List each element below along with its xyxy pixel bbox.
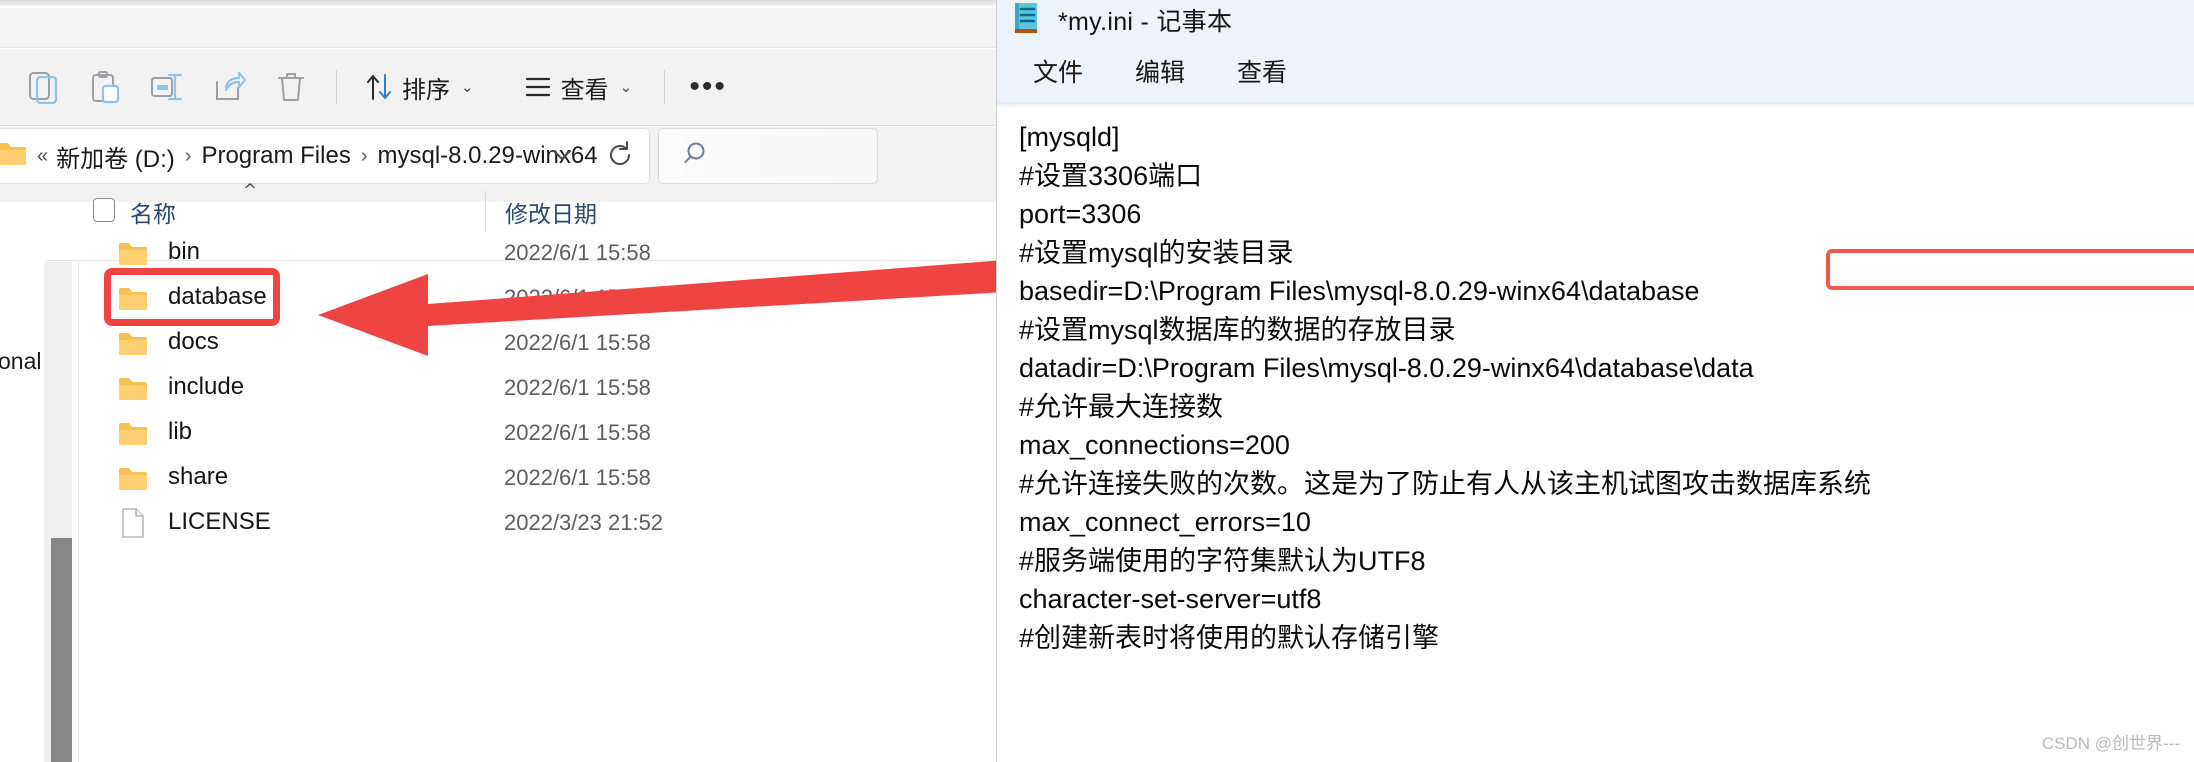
notepad-title-bar[interactable]: *my.ini - 记事本 bbox=[997, 0, 2194, 40]
breadcrumb-separator: › bbox=[184, 144, 192, 167]
search-input[interactable] bbox=[658, 128, 878, 184]
copy-icon bbox=[29, 72, 58, 104]
sort-ascending-indicator-icon: ^ bbox=[243, 181, 258, 201]
file-date-modified: 2022/6/1 15:58 bbox=[504, 420, 651, 445]
menu-item-view[interactable]: 查看 bbox=[1221, 47, 1303, 95]
breadcrumb-separator: › bbox=[360, 144, 368, 167]
explorer-title-bar[interactable] bbox=[0, 8, 997, 48]
share-button[interactable] bbox=[198, 59, 260, 115]
breadcrumb-item-1[interactable]: Program Files bbox=[201, 142, 350, 170]
notepad-window: *my.ini - 记事本 文件 编辑 查看 [mysqld] #设置3306端… bbox=[997, 0, 2194, 762]
file-name: LICENSE bbox=[168, 508, 271, 535]
search-text-field[interactable] bbox=[721, 143, 871, 169]
menu-item-file[interactable]: 文件 bbox=[1017, 47, 1099, 95]
sort-icon bbox=[367, 74, 391, 100]
view-button[interactable]: 查看 ⌄ bbox=[510, 59, 647, 115]
table-row[interactable]: include 2022/6/1 15:58 bbox=[46, 367, 997, 412]
more-options-button[interactable]: ••• bbox=[679, 59, 737, 115]
csdn-watermark: CSDN @创世界--- bbox=[2041, 734, 2180, 753]
document-icon bbox=[121, 508, 145, 543]
sort-button[interactable]: 排序 ⌄ bbox=[351, 59, 488, 115]
rename-button[interactable] bbox=[136, 59, 198, 115]
paste-button[interactable] bbox=[74, 59, 136, 115]
screenshot-root: 排序 ⌄ 查看 ⌄ ••• « 新加卷 (D:) › Program Files… bbox=[0, 0, 2194, 762]
address-bar-actions bbox=[547, 129, 635, 185]
view-label: 查看 bbox=[560, 76, 609, 104]
list-view-icon bbox=[525, 77, 550, 97]
file-date-modified: 2022/3/23 21:52 bbox=[504, 510, 664, 535]
table-row[interactable]: LICENSE 2022/3/23 21:52 bbox=[46, 502, 997, 547]
address-dropdown-button[interactable] bbox=[547, 145, 577, 170]
address-bar[interactable]: « 新加卷 (D:) › Program Files › mysql-8.0.2… bbox=[0, 128, 650, 184]
chevron-down-icon: ⌄ bbox=[461, 79, 474, 96]
sort-label: 排序 bbox=[402, 76, 450, 104]
rename-icon bbox=[151, 73, 183, 101]
table-row[interactable]: share 2022/6/1 15:58 bbox=[46, 457, 997, 502]
column-header-name[interactable]: 名称 bbox=[130, 195, 176, 229]
copy-button[interactable] bbox=[12, 59, 74, 115]
trash-icon bbox=[278, 73, 304, 101]
breadcrumb-item-0[interactable]: 新加卷 (D:) bbox=[56, 139, 175, 174]
annotation-highlight-basedir-path bbox=[1826, 249, 2194, 290]
red-pointer-arrow bbox=[316, 248, 997, 363]
explorer-command-bar: 排序 ⌄ 查看 ⌄ ••• bbox=[0, 49, 997, 126]
notepad-text-area[interactable]: [mysqld] #设置3306端口 port=3306 #设置mysql的安装… bbox=[1019, 118, 2194, 657]
notepad-title: *my.ini - 记事本 bbox=[1058, 8, 1233, 36]
folder-icon bbox=[118, 421, 148, 452]
address-overflow-indicator[interactable]: « bbox=[37, 145, 48, 168]
left-pane-scrollbar-thumb[interactable] bbox=[51, 538, 72, 762]
paste-icon bbox=[92, 71, 120, 104]
chevron-down-icon: ⌄ bbox=[619, 79, 633, 96]
file-name: share bbox=[168, 463, 229, 490]
notepad-icon bbox=[1013, 2, 1039, 39]
file-date-modified: 2022/6/1 15:58 bbox=[504, 465, 651, 490]
share-icon bbox=[216, 71, 246, 100]
file-name: lib bbox=[168, 418, 193, 445]
file-date-modified: 2022/6/1 15:58 bbox=[504, 375, 651, 400]
annotation-highlight-database bbox=[104, 268, 280, 326]
delete-button[interactable] bbox=[260, 59, 322, 115]
select-all-checkbox[interactable] bbox=[93, 198, 115, 222]
toolbar-divider-1 bbox=[336, 70, 337, 104]
folder-icon bbox=[118, 466, 148, 497]
window-top-shadow bbox=[0, 0, 997, 6]
refresh-button[interactable] bbox=[605, 140, 635, 175]
folder-icon bbox=[118, 376, 148, 407]
column-header-date-modified[interactable]: 修改日期 bbox=[505, 195, 597, 229]
notepad-menu-bar: 文件 编辑 查看 bbox=[997, 40, 2194, 102]
menu-bar-shadow bbox=[997, 102, 2194, 107]
search-icon bbox=[683, 140, 711, 173]
folder-icon bbox=[118, 331, 148, 362]
file-name: docs bbox=[168, 328, 219, 355]
table-row[interactable]: lib 2022/6/1 15:58 bbox=[46, 412, 997, 457]
navigation-pane-partial-label: onal bbox=[0, 348, 42, 374]
menu-item-edit[interactable]: 编辑 bbox=[1119, 47, 1201, 95]
file-explorer-window: 排序 ⌄ 查看 ⌄ ••• « 新加卷 (D:) › Program Files… bbox=[0, 0, 997, 762]
folder-icon bbox=[0, 141, 27, 172]
file-name: bin bbox=[168, 238, 201, 265]
toolbar-divider-2 bbox=[664, 70, 666, 104]
file-name: include bbox=[168, 373, 245, 400]
column-divider[interactable] bbox=[485, 190, 486, 232]
